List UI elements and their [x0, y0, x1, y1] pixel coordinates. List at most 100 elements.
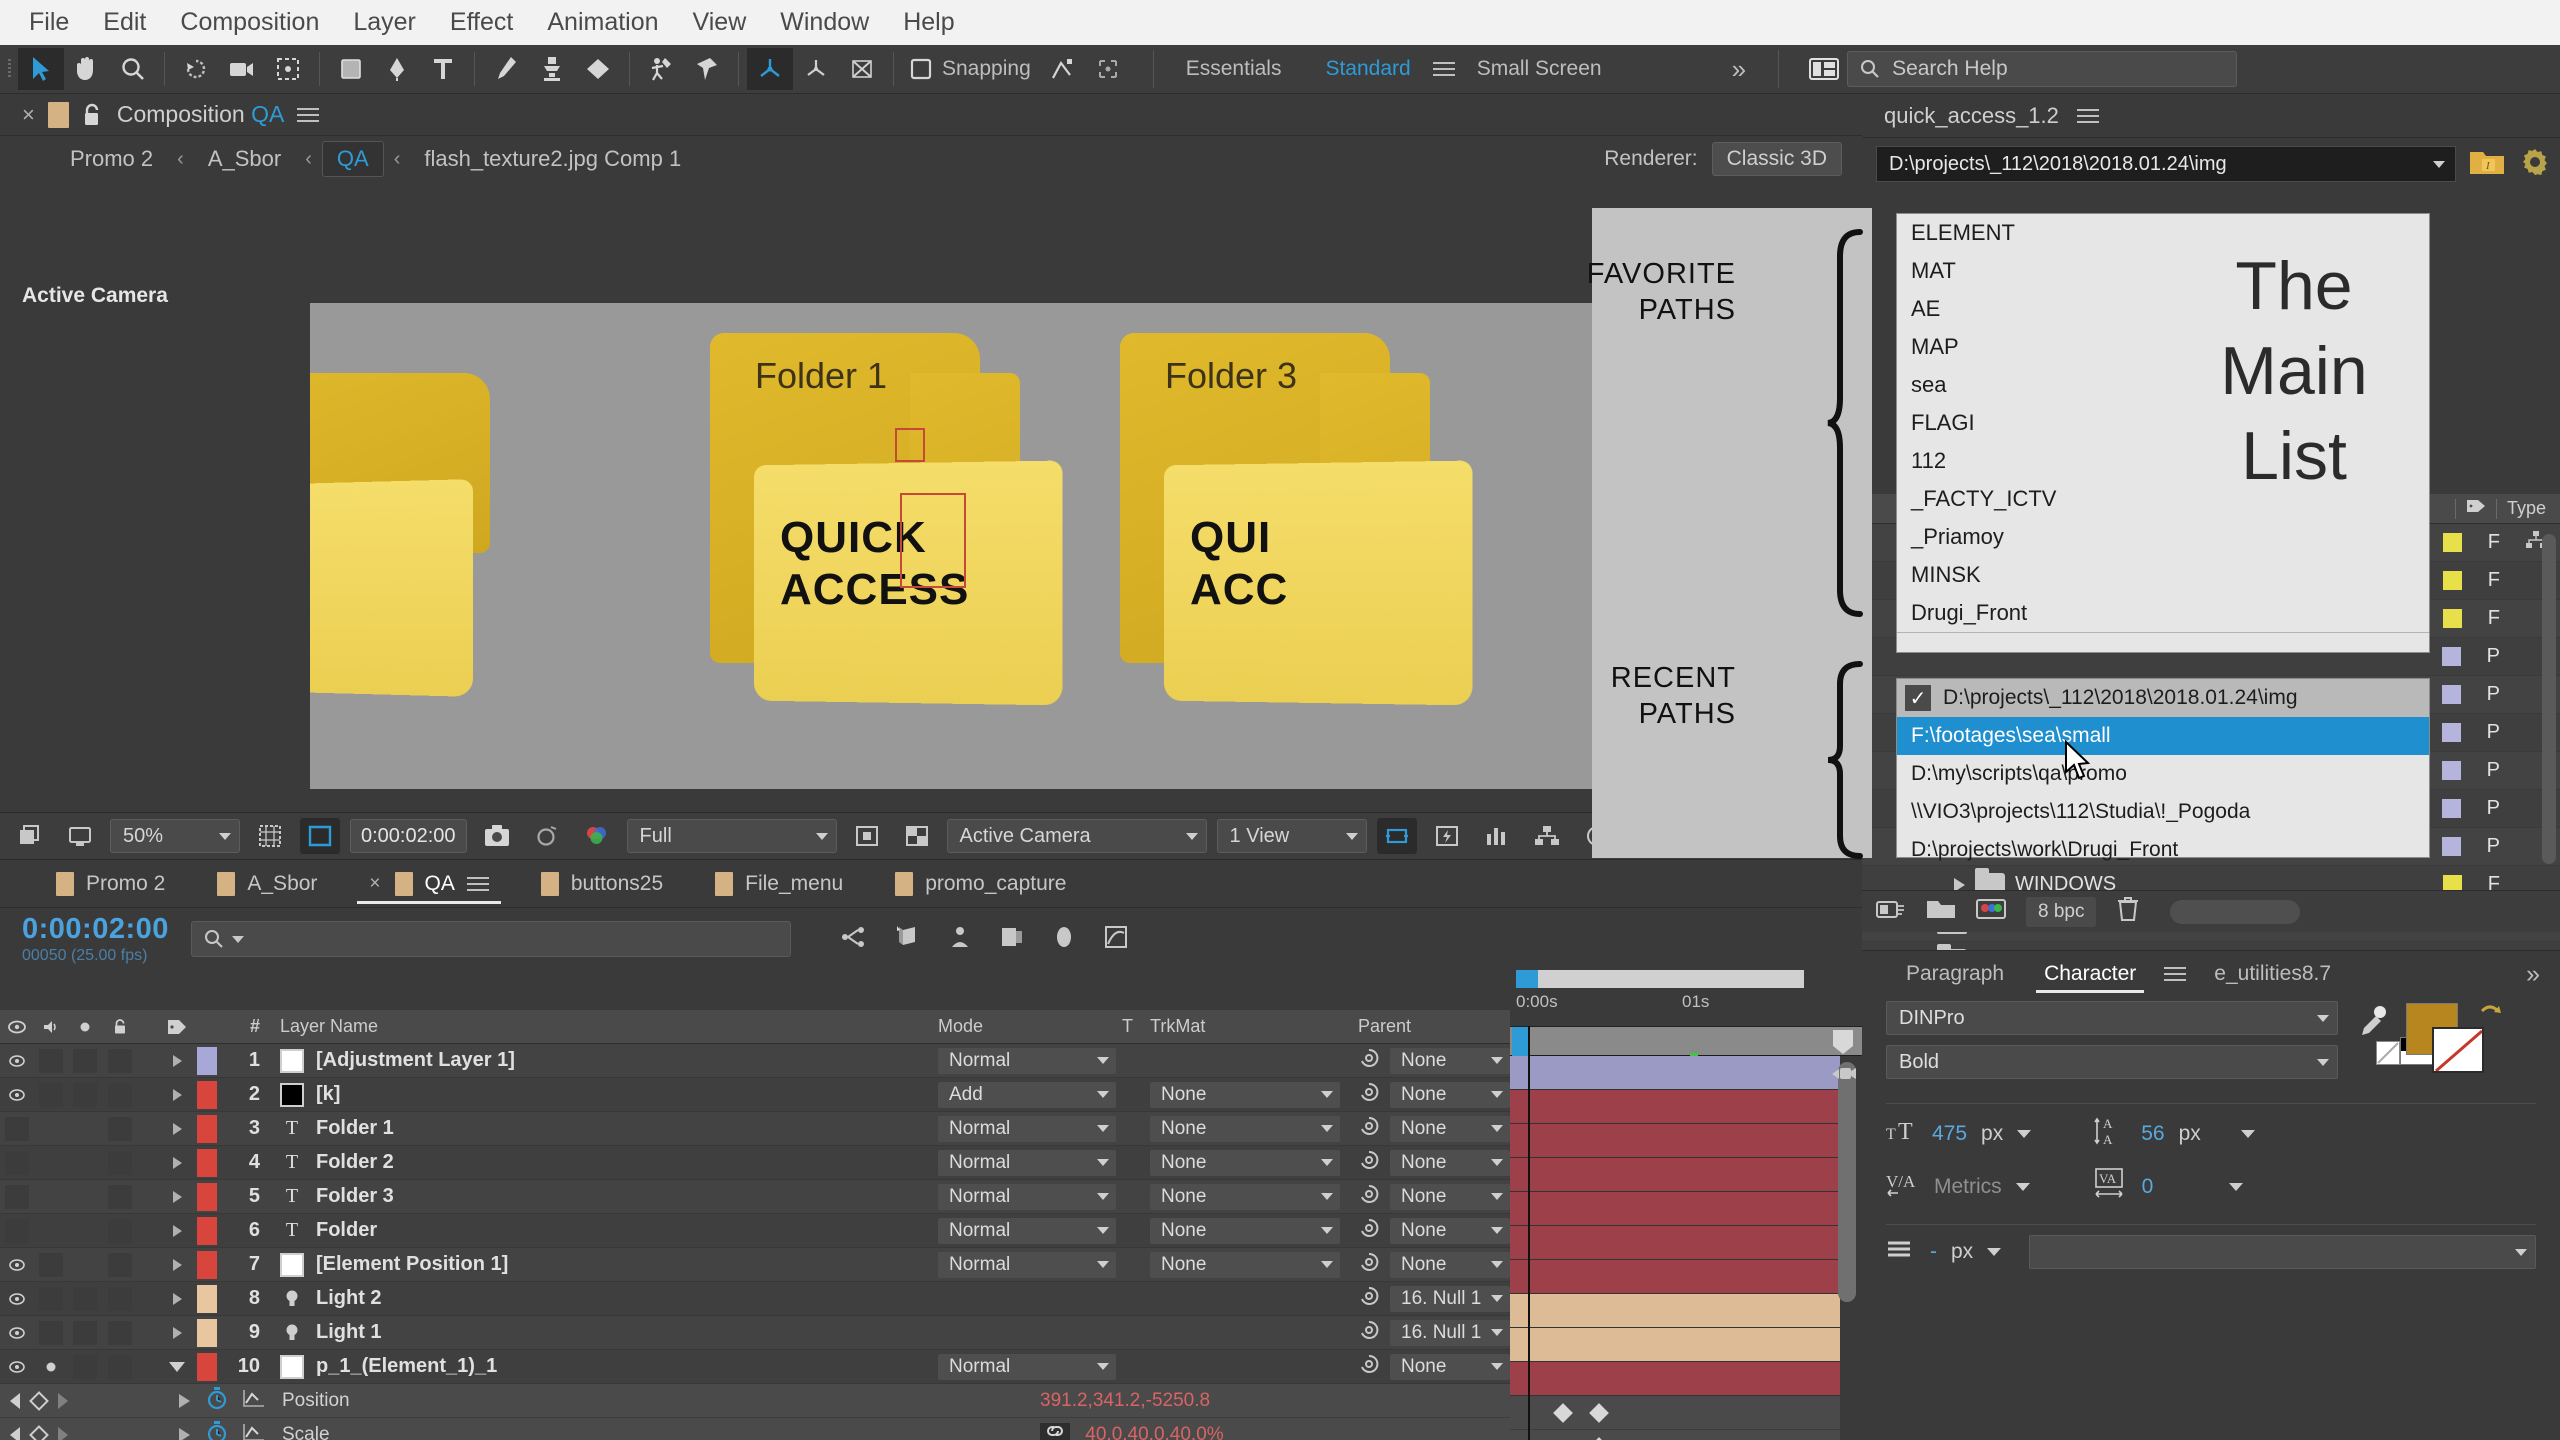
local-axis-mode-icon[interactable]: [747, 48, 793, 90]
dropdown-item[interactable]: MINSK: [1897, 556, 2429, 594]
property-value[interactable]: 391.2,341.2,-5250.8: [1040, 1390, 1510, 1412]
swap-fill-stroke-icon[interactable]: [2478, 1003, 2504, 1032]
expand-triangle-icon[interactable]: [160, 1055, 194, 1067]
timeline-search-input[interactable]: [191, 921, 791, 957]
pixel-aspect-correction-icon[interactable]: [1377, 818, 1417, 854]
menu-item-help[interactable]: Help: [886, 0, 971, 45]
table-row[interactable]: 8 Light 2 16. Null 1: [0, 1282, 1510, 1316]
chevron-down-icon[interactable]: [2229, 1183, 2243, 1191]
parent-select[interactable]: None: [1390, 1150, 1510, 1176]
graph-editor-icon[interactable]: [1103, 924, 1129, 955]
recent-path-item[interactable]: ✓ D:\projects\_112\2018\2018.01.24\img: [1897, 679, 2429, 717]
new-folder-icon[interactable]: [1926, 897, 1956, 926]
menu-item-layer[interactable]: Layer: [336, 0, 433, 45]
camera-view-icon[interactable]: [1830, 1062, 1858, 1091]
table-row[interactable]: 6 TFolder Normal None None: [0, 1214, 1510, 1248]
solo-switch[interactable]: [34, 1360, 68, 1374]
stopwatch-icon[interactable]: [206, 1386, 242, 1416]
table-row[interactable]: 1 [Adjustment Layer 1] Normal None: [0, 1044, 1510, 1078]
dropdown-item[interactable]: 112: [1897, 442, 2429, 480]
hand-tool-icon[interactable]: [64, 48, 110, 90]
layer-bar[interactable]: [1510, 1260, 1840, 1294]
trkmat-select[interactable]: None: [1150, 1082, 1340, 1108]
scale-link-icon[interactable]: [1040, 1423, 1070, 1440]
parent-select[interactable]: None: [1390, 1082, 1510, 1108]
expand-triangle-icon[interactable]: [160, 1327, 194, 1339]
parent-select[interactable]: 16. Null 1: [1390, 1286, 1510, 1312]
interpret-footage-icon[interactable]: [1876, 897, 1906, 926]
timeline-tab-promo2[interactable]: Promo 2: [30, 860, 191, 908]
font-style-select[interactable]: Bold: [1886, 1045, 2338, 1079]
table-row[interactable]: 3 TFolder 1 Normal None None: [0, 1112, 1510, 1146]
recent-path-item-selected[interactable]: F:\footages\sea\small: [1897, 717, 2429, 755]
show-snapshot-icon[interactable]: [527, 818, 567, 854]
video-switch[interactable]: [0, 1360, 34, 1374]
expand-triangle-icon[interactable]: [160, 1123, 194, 1135]
parent-pick-whip-icon[interactable]: [1358, 1285, 1380, 1313]
snap-vertex-icon[interactable]: [1039, 48, 1085, 90]
workspace-switcher-icon[interactable]: [1801, 48, 1847, 90]
dropdown-item[interactable]: ELEMENT: [1897, 214, 2429, 252]
channel-select-icon[interactable]: [577, 818, 617, 854]
draft-3d-icon[interactable]: [893, 924, 921, 955]
layer-label-color[interactable]: [194, 1217, 220, 1245]
mode-select[interactable]: Add: [938, 1082, 1116, 1108]
fast-previews-icon[interactable]: [1427, 818, 1467, 854]
expand-triangle-icon[interactable]: [96, 1394, 206, 1408]
font-family-select[interactable]: DINPro: [1886, 1001, 2338, 1035]
mode-select[interactable]: Normal: [938, 1048, 1116, 1074]
expand-triangle-icon[interactable]: [96, 1428, 206, 1440]
main-viewer-icon[interactable]: [60, 818, 100, 854]
timeline-tab-buttons25[interactable]: buttons25: [515, 860, 689, 908]
parent-pick-whip-icon[interactable]: [1358, 1047, 1380, 1075]
parent-select[interactable]: None: [1390, 1354, 1510, 1380]
dropdown-item[interactable]: MAP: [1897, 328, 2429, 366]
property-row-position[interactable]: Position 391.2,341.2,-5250.8: [0, 1384, 1510, 1418]
parent-pick-whip-icon[interactable]: [1358, 1217, 1380, 1245]
current-timecode-display[interactable]: 0:00:02:00: [350, 819, 467, 853]
bit-depth-button[interactable]: 8 bpc: [2026, 897, 2096, 927]
dropdown-item[interactable]: _Priamoy: [1897, 518, 2429, 556]
mode-select[interactable]: Normal: [938, 1252, 1116, 1278]
expand-triangle-icon[interactable]: [160, 1191, 194, 1203]
trkmat-select[interactable]: None: [1150, 1184, 1340, 1210]
layer-label-color[interactable]: [194, 1081, 220, 1109]
trkmat-select[interactable]: None: [1150, 1150, 1340, 1176]
panel-overflow-icon[interactable]: »: [2506, 951, 2560, 997]
timeline-tab-promocapture[interactable]: promo_capture: [869, 860, 1092, 908]
menu-item-window[interactable]: Window: [763, 0, 886, 45]
property-row-scale[interactable]: Scale 40.0,40.0,40.0%: [0, 1418, 1510, 1440]
chevron-down-icon[interactable]: [2016, 1183, 2030, 1191]
tracking-value[interactable]: 0: [2142, 1175, 2154, 1199]
stroke-color-swatch[interactable]: [2432, 1027, 2484, 1073]
comp-flowchart-icon[interactable]: [1527, 818, 1567, 854]
roto-brush-tool-icon[interactable]: [638, 48, 684, 90]
close-icon[interactable]: ×: [369, 873, 380, 895]
menu-item-edit[interactable]: Edit: [86, 0, 163, 45]
menu-item-file[interactable]: File: [12, 0, 86, 45]
layer-bar[interactable]: [1510, 1226, 1840, 1260]
transparency-grid-icon[interactable]: [897, 818, 937, 854]
eyedropper-icon[interactable]: [2358, 1005, 2388, 1042]
parent-select[interactable]: None: [1390, 1252, 1510, 1278]
layer-label-color[interactable]: [194, 1183, 220, 1211]
layer-bar[interactable]: [1510, 1362, 1840, 1396]
tab-e-utilities[interactable]: e_utilities8.7: [2194, 951, 2351, 997]
new-comp-icon[interactable]: [1976, 897, 2006, 926]
breadcrumb-item-flashtexture[interactable]: flash_texture2.jpg Comp 1: [410, 142, 695, 176]
mode-select[interactable]: Normal: [938, 1116, 1116, 1142]
path-dropdown[interactable]: D:\projects\_112\2018\2018.01.24\img: [1876, 146, 2456, 182]
collapse-triangle-icon[interactable]: [160, 1362, 194, 1372]
panel-menu-icon[interactable]: [2077, 105, 2099, 127]
trkmat-select[interactable]: None: [1150, 1218, 1340, 1244]
expand-triangle-icon[interactable]: [160, 1225, 194, 1237]
layer-label-color[interactable]: [194, 1047, 220, 1075]
layer-label-color[interactable]: [194, 1353, 220, 1381]
layer-label-color[interactable]: [194, 1285, 220, 1313]
layer-label-color[interactable]: [194, 1251, 220, 1279]
layer-bar[interactable]: [1510, 1090, 1840, 1124]
video-switch[interactable]: [0, 1292, 34, 1306]
view-axis-mode-icon[interactable]: [839, 48, 885, 90]
lock-icon[interactable]: [82, 103, 104, 127]
comp-marker-icon[interactable]: [1830, 1028, 1856, 1061]
